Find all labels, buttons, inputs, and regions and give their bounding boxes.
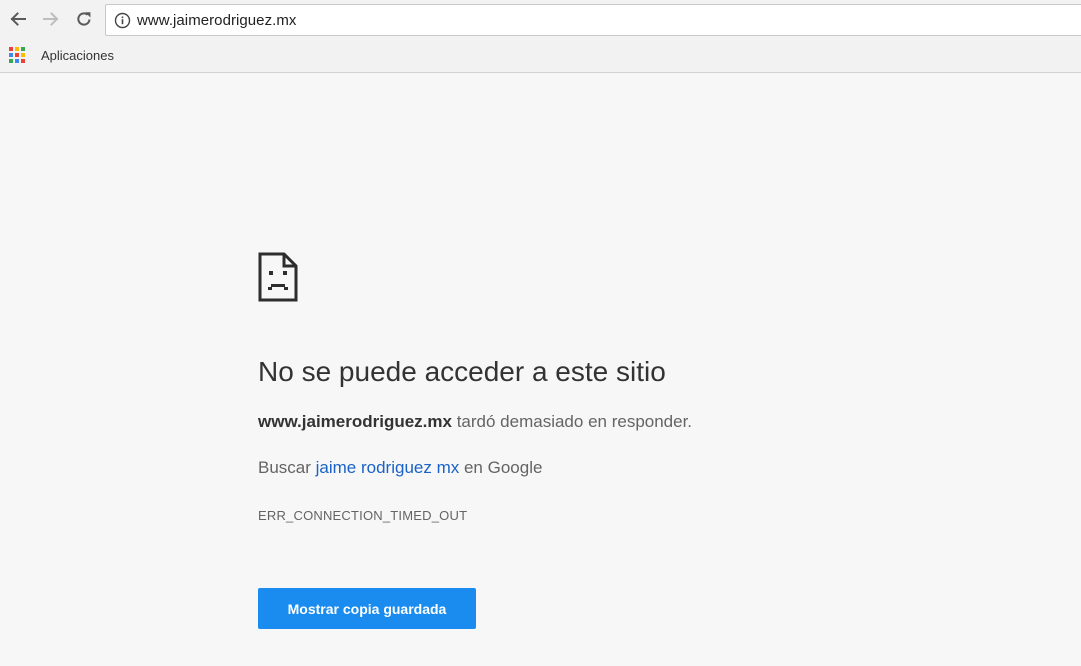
suggestion-suffix: en Google — [459, 458, 543, 477]
suggestion-prefix: Buscar — [258, 458, 316, 477]
error-code: ERR_CONNECTION_TIMED_OUT — [258, 508, 468, 523]
info-icon[interactable] — [114, 12, 131, 29]
error-content: No se puede acceder a este sitio www.jai… — [258, 252, 858, 629]
apps-grid-dot — [9, 59, 13, 63]
back-button[interactable] — [7, 8, 29, 30]
address-bar[interactable]: www.jaimerodriguez.mx — [105, 4, 1081, 36]
apps-grid-dot — [21, 47, 25, 51]
url-text[interactable]: www.jaimerodriguez.mx — [137, 12, 296, 29]
forward-arrow-icon — [43, 12, 59, 26]
apps-shortcut[interactable]: Aplicaciones — [9, 47, 114, 63]
forward-button[interactable] — [40, 8, 62, 30]
google-search-link[interactable]: jaime rodriguez mx — [316, 458, 460, 477]
summary-text: tardó demasiado en responder. — [451, 412, 693, 431]
browser-toolbar: www.jaimerodriguez.mx — [0, 0, 1081, 40]
apps-grid-dot — [15, 53, 19, 57]
apps-grid-dot — [21, 53, 25, 57]
apps-grid-dot — [9, 47, 13, 51]
apps-grid-dot — [21, 59, 25, 63]
search-suggestion: Buscar jaime rodriguez mx en Google — [258, 458, 542, 478]
error-summary: www.jaimerodriguez.mx tardó demasiado en… — [258, 412, 692, 432]
apps-grid-dot — [15, 59, 19, 63]
apps-grid-dot — [9, 53, 13, 57]
bookmarks-bar: Aplicaciones — [0, 40, 1081, 73]
apps-grid-icon — [9, 47, 25, 63]
apps-grid-dot — [15, 47, 19, 51]
error-title: No se puede acceder a este sitio — [258, 356, 666, 387]
back-arrow-icon — [10, 12, 26, 26]
apps-label: Aplicaciones — [41, 47, 114, 63]
reload-icon — [77, 12, 91, 26]
sad-document-icon — [258, 252, 298, 302]
show-cached-copy-button[interactable]: Mostrar copia guardada — [258, 588, 476, 629]
reload-button[interactable] — [73, 8, 95, 30]
summary-host: www.jaimerodriguez.mx — [258, 412, 452, 431]
